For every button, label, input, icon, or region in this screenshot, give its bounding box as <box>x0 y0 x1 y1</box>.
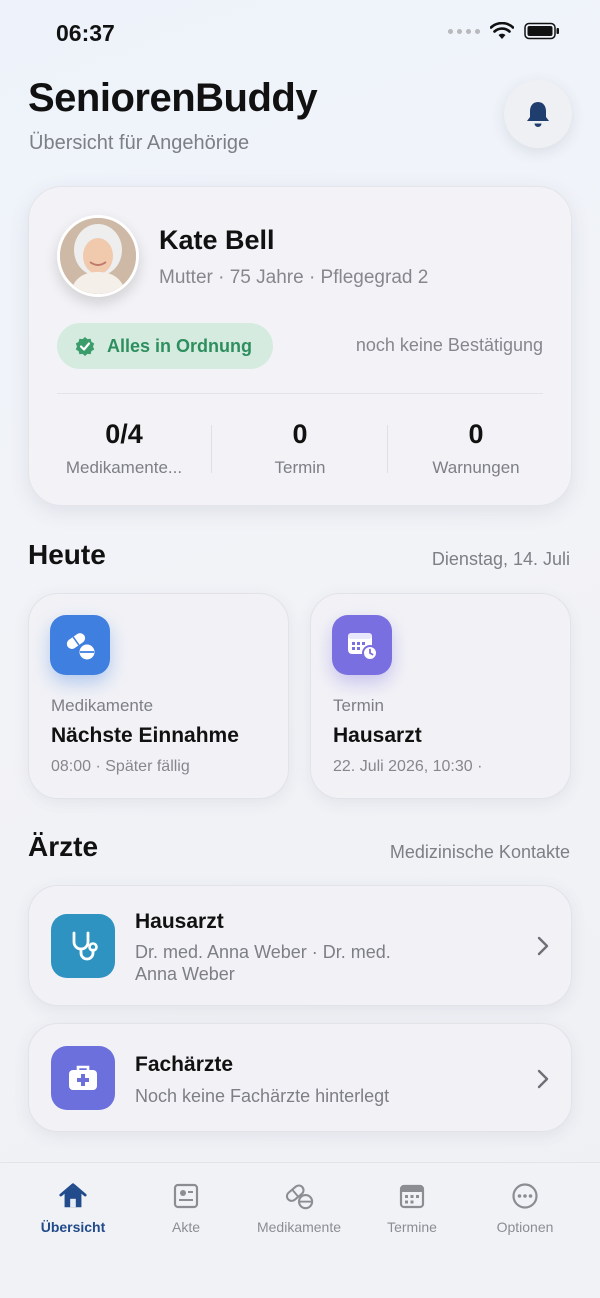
status-icons <box>448 22 560 40</box>
profile-name: Kate Bell <box>159 225 275 255</box>
tile-subtitle: 08:00 · Später fällig <box>51 758 190 775</box>
medical-kit-icon <box>51 1046 115 1110</box>
doctor-card-subtitle: Dr. med. Anna Weber · Dr. med. Anna Webe… <box>135 942 391 984</box>
calendar-icon <box>397 1181 427 1211</box>
stat-appointments: 0 Termin <box>215 419 385 478</box>
doctor-card-general-practitioner[interactable]: Hausarzt Dr. med. Anna Weber · Dr. med. … <box>28 885 572 1006</box>
status-badge: Alles in Ordnung <box>57 323 273 369</box>
today-card-medications[interactable]: Medikamente Nächste Einnahme 08:00 · Spä… <box>28 593 289 799</box>
tab-label: Übersicht <box>40 1219 106 1235</box>
bell-icon <box>527 102 549 127</box>
stat-value: 0 <box>468 419 484 449</box>
confirmation-text: noch keine Bestätigung <box>355 335 543 355</box>
tile-title: Hausarzt <box>333 724 422 747</box>
signal-icon <box>448 28 480 34</box>
pills-icon <box>50 615 110 675</box>
tab-record[interactable]: Akte <box>131 1181 241 1235</box>
tile-title: Nächste Einnahme <box>51 724 239 747</box>
stat-value: 0/4 <box>105 419 143 449</box>
tab-appointments[interactable]: Termine <box>357 1181 467 1235</box>
tab-label: Termine <box>387 1219 437 1235</box>
tile-kicker: Termin <box>333 696 385 715</box>
divider <box>211 425 212 473</box>
tab-medications[interactable]: Medikamente <box>244 1181 354 1235</box>
page-title: SeniorenBuddy <box>28 76 318 120</box>
status-bar: 06:37 <box>0 0 600 70</box>
status-label: Alles in Ordnung <box>107 335 253 356</box>
doctor-card-title: Hausarzt <box>135 910 224 933</box>
home-icon <box>58 1181 88 1211</box>
pills-icon <box>284 1181 314 1211</box>
tile-subtitle: 22. Juli 2026, 10:30 · <box>333 758 483 775</box>
section-title-today: Heute <box>28 539 106 570</box>
stat-label: Warnungen <box>432 458 520 477</box>
page-subtitle: Übersicht für Angehörige <box>29 132 250 154</box>
tab-options[interactable]: Optionen <box>470 1181 580 1235</box>
more-icon <box>510 1181 540 1211</box>
today-card-appointment[interactable]: Termin Hausarzt 22. Juli 2026, 10:30 · <box>310 593 571 799</box>
calendar-clock-icon <box>332 615 392 675</box>
stat-label: Termin <box>274 458 326 477</box>
notifications-button[interactable] <box>504 80 572 148</box>
doctors-aside: Medizinische Kontakte <box>389 842 570 862</box>
wifi-icon <box>490 22 514 39</box>
avatar <box>57 215 139 297</box>
profile-meta: Mutter · 75 Jahre · Pflegegrad 2 <box>159 267 429 288</box>
doctor-card-specialists[interactable]: Fachärzte Noch keine Fachärzte hinterleg… <box>28 1023 572 1132</box>
tab-label: Optionen <box>496 1219 554 1235</box>
tab-label: Medikamente <box>256 1219 342 1235</box>
tab-bar: Übersicht Akte Medikamente Termine Optio… <box>0 1162 600 1298</box>
stat-warnings: 0 Warnungen <box>391 419 561 478</box>
today-date: Dienstag, 14. Juli <box>431 549 570 569</box>
divider <box>387 425 388 473</box>
stat-medications: 0/4 Medikamente... <box>39 419 209 478</box>
chevron-right-icon <box>537 1069 549 1089</box>
tab-label: Akte <box>171 1219 200 1235</box>
tab-overview[interactable]: Übersicht <box>18 1181 128 1235</box>
stat-label: Medikamente... <box>65 458 183 477</box>
status-time: 06:37 <box>56 20 115 46</box>
chevron-right-icon <box>537 936 549 956</box>
record-icon <box>171 1181 201 1211</box>
verified-check-icon <box>75 337 95 356</box>
profile-card[interactable]: Kate Bell Mutter · 75 Jahre · Pflegegrad… <box>28 186 572 506</box>
stat-value: 0 <box>292 419 308 449</box>
doctor-card-subtitle: Noch keine Fachärzte hinterlegt <box>135 1086 390 1106</box>
doctor-card-title: Fachärzte <box>135 1053 234 1076</box>
divider <box>57 393 543 394</box>
section-title-doctors: Ärzte <box>28 831 99 862</box>
tile-kicker: Medikamente <box>51 696 154 715</box>
battery-icon <box>524 22 559 40</box>
stethoscope-icon <box>51 914 115 978</box>
